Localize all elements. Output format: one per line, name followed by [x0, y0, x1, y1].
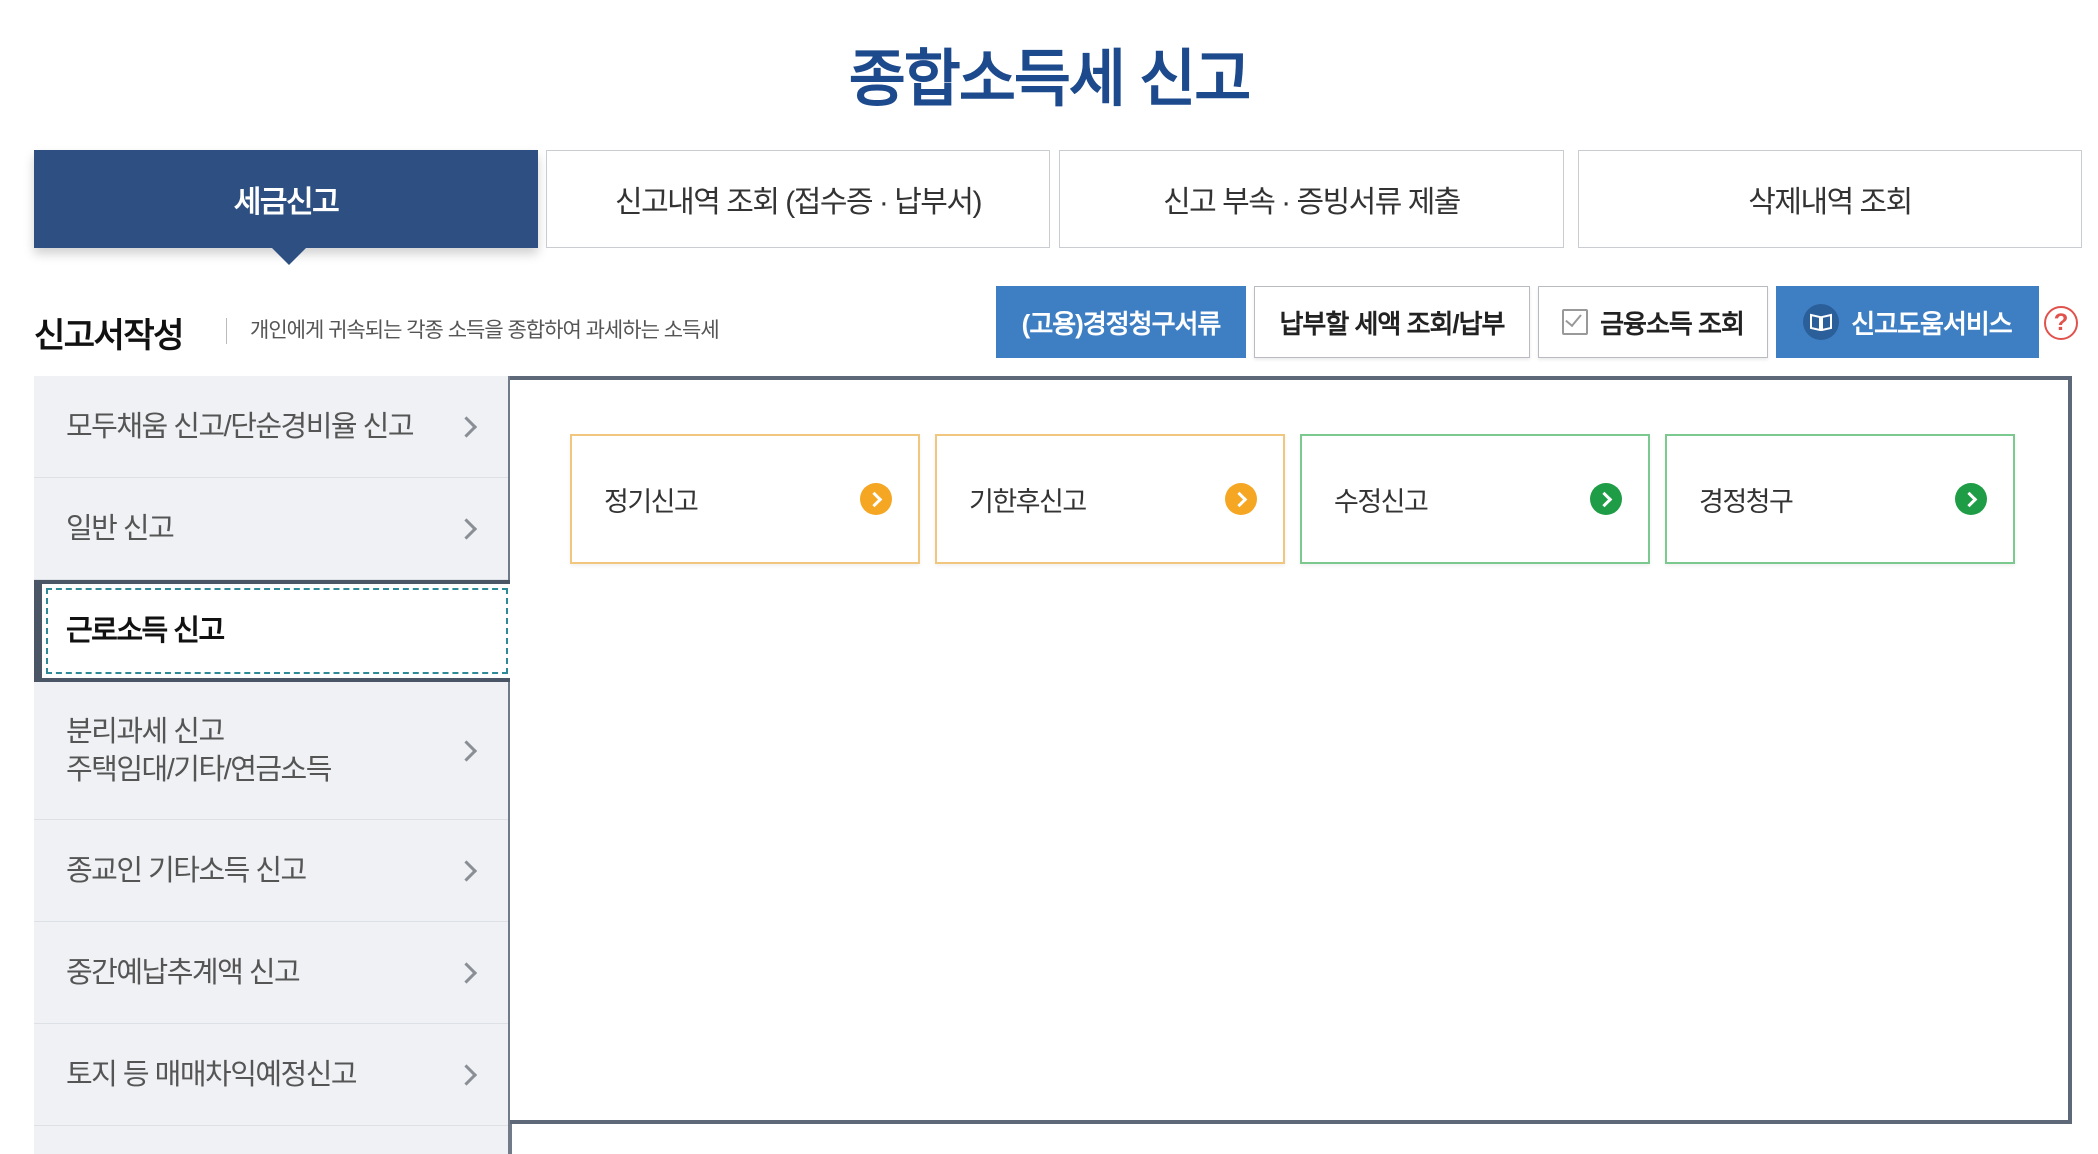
regular-filing-card[interactable]: 정기신고: [570, 434, 920, 564]
chevron-right-icon: [455, 517, 478, 540]
correction-claim-documents-label: (고용)경정청구서류: [1021, 308, 1222, 339]
section-description: 개인에게 귀속되는 각종 소득을 종합하여 과세하는 소득세: [250, 319, 720, 342]
arrow-right-icon: [860, 483, 892, 515]
card-label: 경정청구: [1699, 486, 1794, 517]
menu-item-label: 분리과세 신고: [66, 715, 225, 748]
financial-income-inquiry-button[interactable]: 금융소득 조회: [1538, 286, 1768, 358]
menu-item-prefilled-filing[interactable]: 모두채움 신고/단순경비율 신고: [34, 376, 508, 478]
card-label: 수정신고: [1334, 486, 1429, 517]
card-label: 정기신고: [604, 486, 699, 517]
page-title: 종합소득세 신고: [848, 45, 1252, 114]
chevron-right-icon: [455, 415, 478, 438]
arrow-right-icon: [1225, 483, 1257, 515]
menu-item-religious-income-filing[interactable]: 종교인 기타소득 신고: [34, 820, 508, 922]
book-icon: [1803, 304, 1840, 340]
chevron-right-icon: [455, 1063, 478, 1086]
menu-item-land-sale-profit-filing[interactable]: 토지 등 매매차익예정신고: [34, 1024, 508, 1126]
filing-help-service-button[interactable]: 신고도움서비스: [1776, 286, 2039, 358]
amended-filing-card[interactable]: 수정신고: [1300, 434, 1650, 564]
correction-claim-documents-button[interactable]: (고용)경정청구서류: [996, 286, 1246, 358]
arrow-right-icon: [1590, 483, 1622, 515]
tab-document-submission[interactable]: 신고 부속 · 증빙서류 제출: [1059, 150, 1564, 248]
payment-inquiry-button[interactable]: 납부할 세액 조회/납부: [1254, 286, 1530, 358]
late-filing-card[interactable]: 기한후신고: [935, 434, 1285, 564]
chevron-right-icon: [455, 961, 478, 984]
menu-item-separate-taxation-filing[interactable]: 분리과세 신고 주택임대/기타/연금소득: [34, 682, 508, 820]
financial-income-inquiry-label: 금융소득 조회: [1600, 308, 1745, 339]
tab-deleted-history[interactable]: 삭제내역 조회: [1578, 150, 2082, 248]
tab-tax-filing[interactable]: 세금신고: [34, 150, 538, 248]
checkbox-icon: [1562, 309, 1589, 335]
arrow-right-icon: [1955, 483, 1987, 515]
menu-item-general-filing[interactable]: 일반 신고: [34, 478, 508, 580]
chevron-right-icon: [455, 739, 478, 762]
menu-item-earned-income-filing[interactable]: 근로소득 신고: [34, 580, 512, 682]
active-tab-pointer: [271, 247, 307, 265]
section-divider: [226, 318, 227, 344]
menu-item-label: 일반 신고: [66, 512, 175, 545]
chevron-right-icon: [455, 859, 478, 882]
card-label: 기한후신고: [969, 486, 1087, 517]
filing-type-menu: 모두채움 신고/단순경비율 신고 일반 신고 근로소득 신고 분리과세 신고 주…: [34, 376, 512, 1154]
help-icon[interactable]: ?: [2044, 306, 2078, 340]
menu-item-label: 모두채움 신고/단순경비율 신고: [66, 410, 415, 443]
section-title: 신고서작성: [34, 317, 184, 355]
menu-item-interim-prepayment-filing[interactable]: 중간예납추계액 신고: [34, 922, 508, 1024]
correction-claim-card[interactable]: 경정청구: [1665, 434, 2015, 564]
menu-item-label: 중간예납추계액 신고: [66, 956, 301, 989]
menu-item-label: 종교인 기타소득 신고: [66, 854, 307, 887]
menu-item-label: 토지 등 매매차익예정신고: [66, 1058, 358, 1091]
tab-filing-history[interactable]: 신고내역 조회 (접수증 · 납부서): [546, 150, 1050, 248]
filing-help-service-label: 신고도움서비스: [1851, 308, 2012, 339]
payment-inquiry-label: 납부할 세액 조회/납부: [1279, 308, 1506, 339]
menu-item-sublabel: 주택임대/기타/연금소득: [66, 753, 332, 786]
menu-item-label: 근로소득 신고: [66, 615, 225, 647]
